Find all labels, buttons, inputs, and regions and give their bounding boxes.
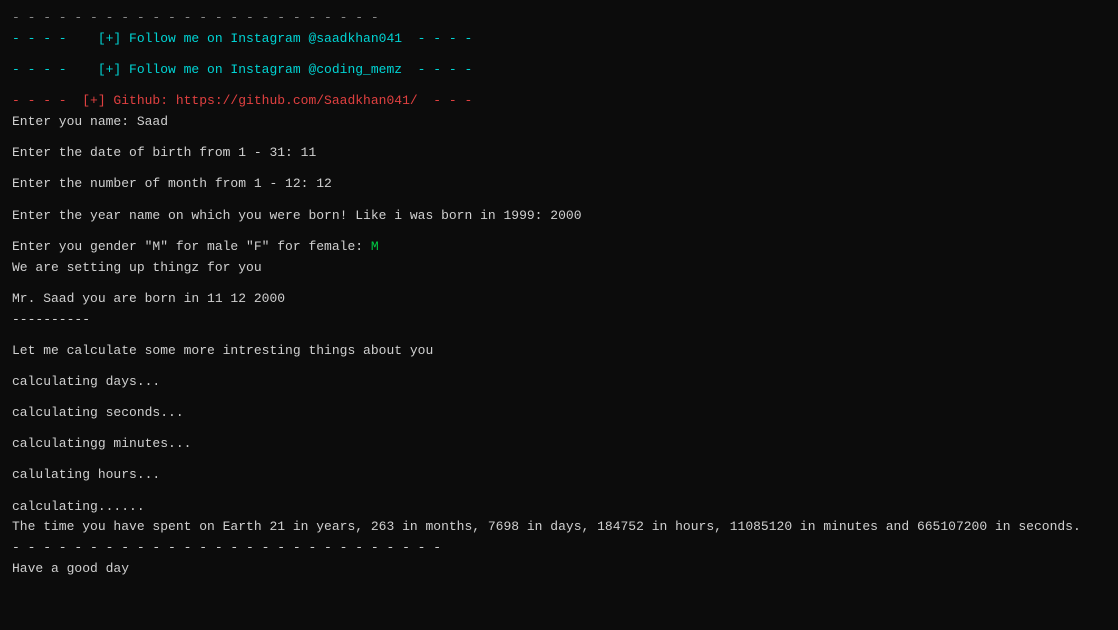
terminal-line-17: Mr. Saad you are born in 11 12 2000	[12, 289, 1106, 310]
terminal-line-24: calculating seconds...	[12, 403, 1106, 424]
terminal-line-26: calculatingg minutes...	[12, 434, 1106, 455]
terminal-line-25	[12, 424, 1106, 434]
terminal-line-8: Enter the date of birth from 1 - 31: 11	[12, 143, 1106, 164]
terminal-line-23	[12, 393, 1106, 403]
terminal-line-7	[12, 133, 1106, 143]
terminal-line-27	[12, 455, 1106, 465]
terminal-line-16	[12, 278, 1106, 288]
terminal-line-11	[12, 195, 1106, 205]
terminal-line-32: - - - - - - - - - - - - - - - - - - - - …	[12, 538, 1106, 559]
terminal-line-29	[12, 486, 1106, 496]
terminal-line-33: Have a good day	[12, 559, 1106, 580]
terminal-line-0: - - - - - - - - - - - - - - - - - - - - …	[12, 8, 1106, 29]
terminal-line-9	[12, 164, 1106, 174]
terminal-line-21	[12, 361, 1106, 371]
terminal-line-19	[12, 330, 1106, 340]
terminal-line-10: Enter the number of month from 1 - 12: 1…	[12, 174, 1106, 195]
terminal-window: - - - - - - - - - - - - - - - - - - - - …	[0, 0, 1118, 630]
terminal-line-15: We are setting up thingz for you	[12, 258, 1106, 279]
terminal-line-1: - - - - [+] Follow me on Instagram @saad…	[12, 29, 1106, 50]
terminal-line-12: Enter the year name on which you were bo…	[12, 206, 1106, 227]
terminal-line-13	[12, 226, 1106, 236]
terminal-line-28: calulating hours...	[12, 465, 1106, 486]
terminal-line-4	[12, 81, 1106, 91]
terminal-line-20: Let me calculate some more intresting th…	[12, 341, 1106, 362]
terminal-line-3: - - - - [+] Follow me on Instagram @codi…	[12, 60, 1106, 81]
terminal-line-31: The time you have spent on Earth 21 in y…	[12, 517, 1106, 538]
terminal-line-6: Enter you name: Saad	[12, 112, 1106, 133]
terminal-line-18: ----------	[12, 310, 1106, 331]
terminal-line-5: - - - - [+] Github: https://github.com/S…	[12, 91, 1106, 112]
terminal-line-14: Enter you gender "M" for male "F" for fe…	[12, 237, 1106, 258]
terminal-line-30: calculating......	[12, 497, 1106, 518]
terminal-line-2	[12, 50, 1106, 60]
terminal-line-22: calculating days...	[12, 372, 1106, 393]
